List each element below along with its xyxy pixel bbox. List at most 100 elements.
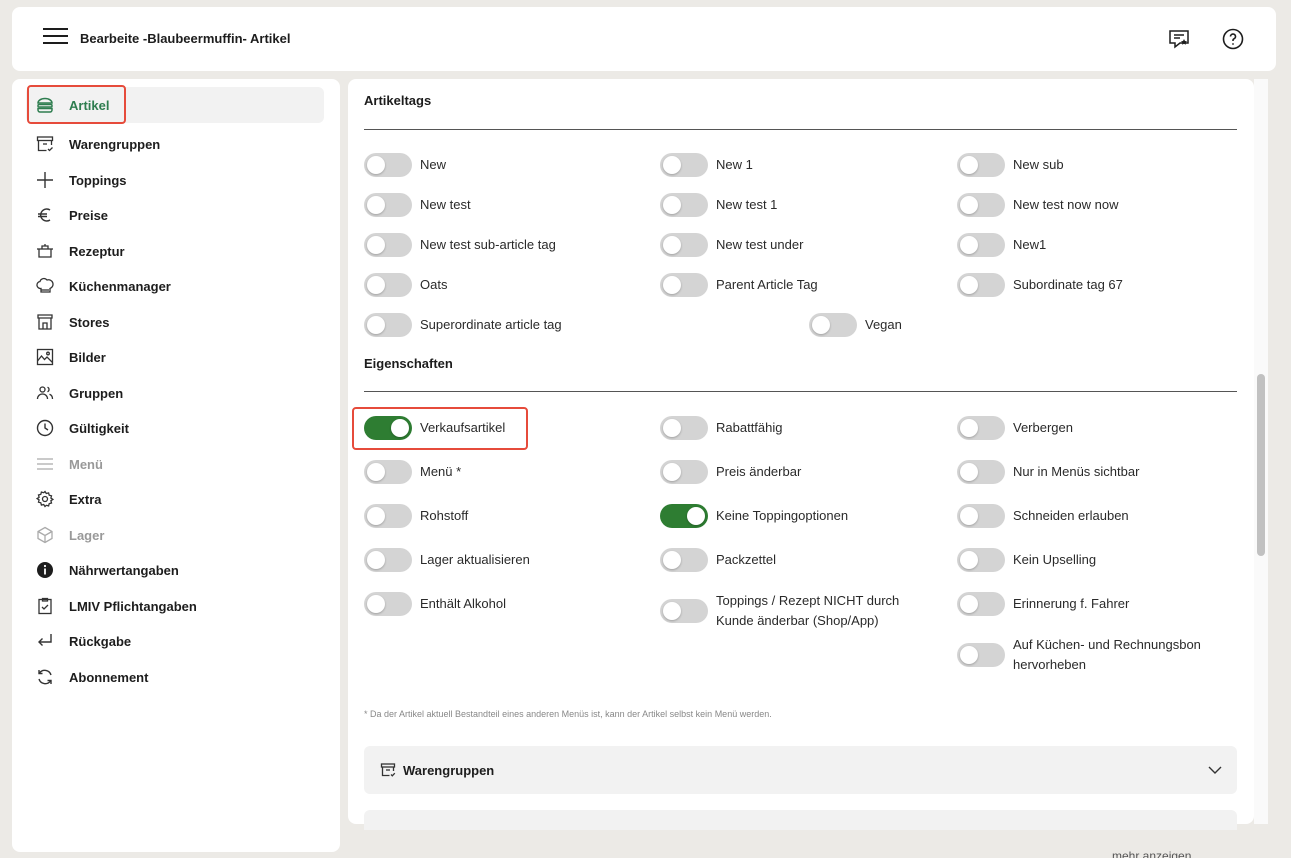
toggle-knob xyxy=(960,196,978,214)
toggle-switch[interactable] xyxy=(364,193,412,217)
toggle-switch[interactable] xyxy=(660,233,708,257)
toggle-switch[interactable] xyxy=(660,599,708,623)
toggle-switch[interactable] xyxy=(364,153,412,177)
sidebar-item-abonnement[interactable]: Abonnement xyxy=(26,659,324,695)
toggle-label: New xyxy=(420,157,447,172)
toggle-knob xyxy=(367,551,385,569)
sidebar-item-bilder[interactable]: Bilder xyxy=(26,339,324,375)
accordion-next[interactable] xyxy=(364,810,1237,830)
sidebar-item-küchenmanager[interactable]: Küchenmanager xyxy=(26,268,324,304)
toggle-switch[interactable] xyxy=(660,504,708,528)
toggle-row: New1 xyxy=(957,233,1046,257)
toggle-switch[interactable] xyxy=(957,504,1005,528)
sidebar-item-nährwertangaben[interactable]: Nährwertangaben xyxy=(26,552,324,588)
toggle-knob xyxy=(663,551,681,569)
sidebar-item-label: LMIV Pflichtangaben xyxy=(69,598,197,614)
toggle-switch[interactable] xyxy=(660,548,708,572)
accordion-label: Warengruppen xyxy=(403,763,495,778)
toggle-label: Schneiden erlauben xyxy=(1013,508,1129,523)
clipboard-check-icon xyxy=(35,596,55,616)
list-icon xyxy=(35,454,55,474)
sidebar-item-gruppen[interactable]: Gruppen xyxy=(26,375,324,411)
section-divider xyxy=(364,129,1237,130)
toggle-row: New test sub-article tag xyxy=(364,233,556,257)
sidebar-item-rückgabe[interactable]: Rückgabe xyxy=(26,623,324,659)
toggle-label: Oats xyxy=(420,277,448,292)
toggle-row: Subordinate tag 67 xyxy=(957,273,1123,297)
sidebar-item-preise[interactable]: Preise xyxy=(26,197,324,233)
toggle-label: New test under xyxy=(716,237,804,252)
toggle-switch[interactable] xyxy=(957,193,1005,217)
toggle-switch[interactable] xyxy=(660,193,708,217)
sidebar-item-toppings[interactable]: Toppings xyxy=(26,162,324,198)
sidebar-item-warengruppen[interactable]: Warengruppen xyxy=(26,126,324,162)
toggle-label: Verbergen xyxy=(1013,420,1073,435)
toggle-knob xyxy=(391,419,409,437)
toggle-label: Erinnerung f. Fahrer xyxy=(1013,596,1130,611)
box-icon xyxy=(380,762,396,783)
toggle-switch[interactable] xyxy=(364,592,412,616)
toggle-label: Nur in Menüs sichtbar xyxy=(1013,464,1140,479)
toggle-row: Lager aktualisieren xyxy=(364,548,530,572)
toggle-label: Superordinate article tag xyxy=(420,317,562,332)
toggle-switch[interactable] xyxy=(364,233,412,257)
toggle-row: Erinnerung f. Fahrer xyxy=(957,592,1129,616)
toggle-switch[interactable] xyxy=(364,416,412,440)
toggle-knob xyxy=(960,156,978,174)
sidebar-item-label: Gültigkeit xyxy=(69,420,129,436)
sidebar-item-rezeptur[interactable]: Rezeptur xyxy=(26,233,324,269)
toggle-switch[interactable] xyxy=(364,313,412,337)
toggle-switch[interactable] xyxy=(957,643,1005,667)
toggle-switch[interactable] xyxy=(660,460,708,484)
scrollbar-thumb[interactable] xyxy=(1257,374,1265,556)
toggle-switch[interactable] xyxy=(660,153,708,177)
toggle-knob xyxy=(367,156,385,174)
toggle-knob xyxy=(367,316,385,334)
toggle-switch[interactable] xyxy=(957,592,1005,616)
toggle-switch[interactable] xyxy=(957,273,1005,297)
hamburger-menu-button[interactable] xyxy=(43,28,69,50)
clock-icon xyxy=(35,418,55,438)
message-star-icon[interactable] xyxy=(1167,27,1191,51)
sidebar-item-label: Küchenmanager xyxy=(69,278,171,294)
toggle-knob xyxy=(663,196,681,214)
toggle-switch[interactable] xyxy=(660,273,708,297)
toggle-row: Schneiden erlauben xyxy=(957,504,1129,528)
toggle-row: Oats xyxy=(364,273,447,297)
toggle-switch[interactable] xyxy=(364,460,412,484)
toggle-label: Preis änderbar xyxy=(716,464,802,479)
toggle-label: New 1 xyxy=(716,157,753,172)
sidebar-item-menü[interactable]: Menü xyxy=(26,446,324,482)
help-circle-icon[interactable] xyxy=(1221,27,1245,51)
sidebar-item-gültigkeit[interactable]: Gültigkeit xyxy=(26,410,324,446)
sidebar-item-artikel[interactable]: Artikel xyxy=(26,87,324,123)
toggle-switch[interactable] xyxy=(364,273,412,297)
toggle-row: Packzettel xyxy=(660,548,776,572)
toggle-switch[interactable] xyxy=(957,416,1005,440)
toggle-row: Keine Toppingoptionen xyxy=(660,504,848,528)
toggle-row: Menü * xyxy=(364,460,461,484)
toggle-knob xyxy=(960,419,978,437)
toggle-switch[interactable] xyxy=(957,548,1005,572)
box-icon xyxy=(35,134,55,154)
toggle-switch[interactable] xyxy=(364,548,412,572)
toggle-switch[interactable] xyxy=(660,416,708,440)
toggle-switch[interactable] xyxy=(809,313,857,337)
toggle-switch[interactable] xyxy=(957,460,1005,484)
sidebar-item-lmiv-pflichtangaben[interactable]: LMIV Pflichtangaben xyxy=(26,588,324,624)
toggle-switch[interactable] xyxy=(957,233,1005,257)
chevron-down-icon[interactable] xyxy=(1207,762,1223,783)
toggle-knob xyxy=(663,463,681,481)
toggle-knob xyxy=(367,595,385,613)
toggle-switch[interactable] xyxy=(957,153,1005,177)
sidebar-item-lager[interactable]: Lager xyxy=(26,517,324,553)
sidebar-item-label: Warengruppen xyxy=(69,136,161,152)
sidebar-item-label: Stores xyxy=(69,314,110,330)
toggle-switch[interactable] xyxy=(364,504,412,528)
more-link[interactable]: mehr anzeigen xyxy=(1112,849,1191,858)
sidebar-item-extra[interactable]: Extra xyxy=(26,481,324,517)
toggle-knob xyxy=(367,507,385,525)
accordion-warengruppen[interactable]: Warengruppen xyxy=(364,746,1237,794)
toggle-row: New test now now xyxy=(957,193,1119,217)
sidebar-item-stores[interactable]: Stores xyxy=(26,304,324,340)
